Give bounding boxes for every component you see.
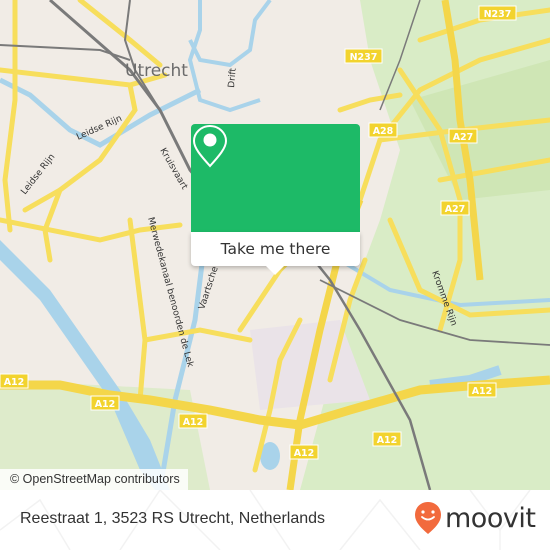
map-attribution[interactable]: © OpenStreetMap contributors xyxy=(0,469,188,490)
road-shield: A12 xyxy=(90,395,120,411)
road-shield: A12 xyxy=(178,413,208,429)
address-text: Reestraat 1, 3523 RS Utrecht, Netherland… xyxy=(20,510,326,527)
river-leidse-rijn xyxy=(0,77,202,148)
popup-header xyxy=(191,124,360,232)
moovit-pin-icon xyxy=(415,502,441,534)
road-shield: A28 xyxy=(368,122,398,138)
popup-pointer xyxy=(266,266,284,275)
map-pin-icon xyxy=(192,124,228,168)
road-shield: A12 xyxy=(288,426,316,440)
location-popup: Take me there xyxy=(191,124,360,275)
svg-text:A27: A27 xyxy=(445,204,466,215)
svg-text:A12: A12 xyxy=(294,448,315,459)
svg-text:A28: A28 xyxy=(373,126,394,137)
street-label: Drift xyxy=(227,67,239,88)
svg-text:A12: A12 xyxy=(4,377,25,388)
road-shield: A27 xyxy=(448,128,478,144)
svg-text:A12: A12 xyxy=(377,435,398,446)
road-shield: A12 xyxy=(372,431,402,447)
svg-text:N237: N237 xyxy=(350,52,378,63)
river xyxy=(187,0,261,113)
road-shield: A12 xyxy=(467,382,497,398)
road-shield: N237 xyxy=(478,5,517,21)
road-shield: N237 xyxy=(344,48,383,64)
svg-text:A12: A12 xyxy=(183,417,204,428)
street-label: Kruisvaart xyxy=(157,147,189,192)
brand-name: moovit xyxy=(445,502,536,534)
svg-text:A27: A27 xyxy=(453,132,474,143)
take-me-there-button[interactable]: Take me there xyxy=(191,232,360,266)
road-shield: A12 xyxy=(289,444,319,460)
map-view[interactable]: Utrecht Leidse Rijn Leidse Rijn Kruisvaa… xyxy=(0,0,550,490)
city-label-utrecht: Utrecht xyxy=(125,61,188,81)
street-label: Merwedekanaal benoorden de Lek xyxy=(145,216,195,369)
svg-text:A12: A12 xyxy=(472,386,493,397)
svg-text:A12: A12 xyxy=(95,399,116,410)
street-label: Leidse Rijn xyxy=(19,152,57,196)
svg-text:N237: N237 xyxy=(484,9,512,20)
moovit-logo[interactable]: moovit xyxy=(413,500,536,536)
road-shield: A27 xyxy=(440,200,470,216)
footer-bar: Reestraat 1, 3523 RS Utrecht, Netherland… xyxy=(0,490,550,550)
road-shield: A12 xyxy=(0,373,29,389)
